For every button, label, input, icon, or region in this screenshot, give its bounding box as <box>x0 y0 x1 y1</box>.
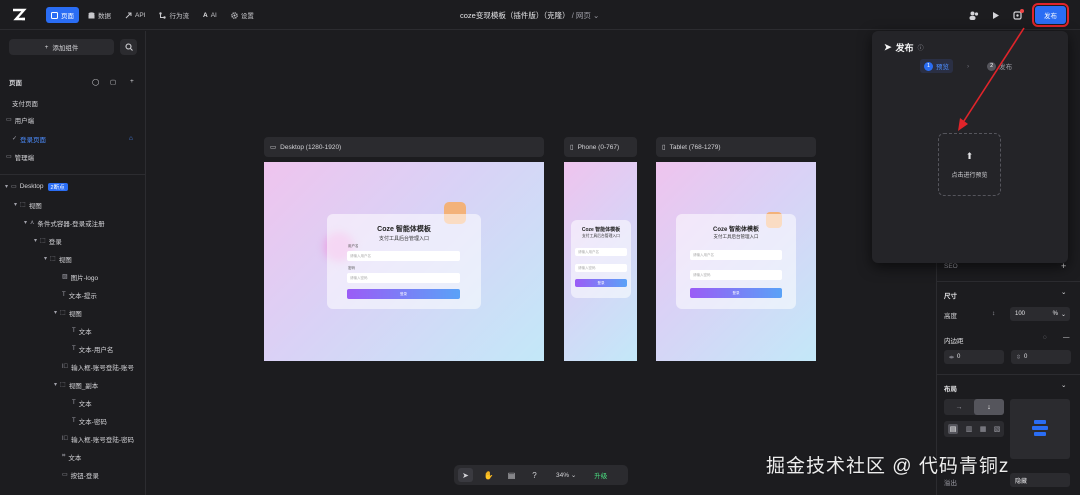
annotation-arrow <box>958 27 1025 131</box>
watermark: 掘金技术社区 @ 代码青铜z <box>766 456 1010 477</box>
